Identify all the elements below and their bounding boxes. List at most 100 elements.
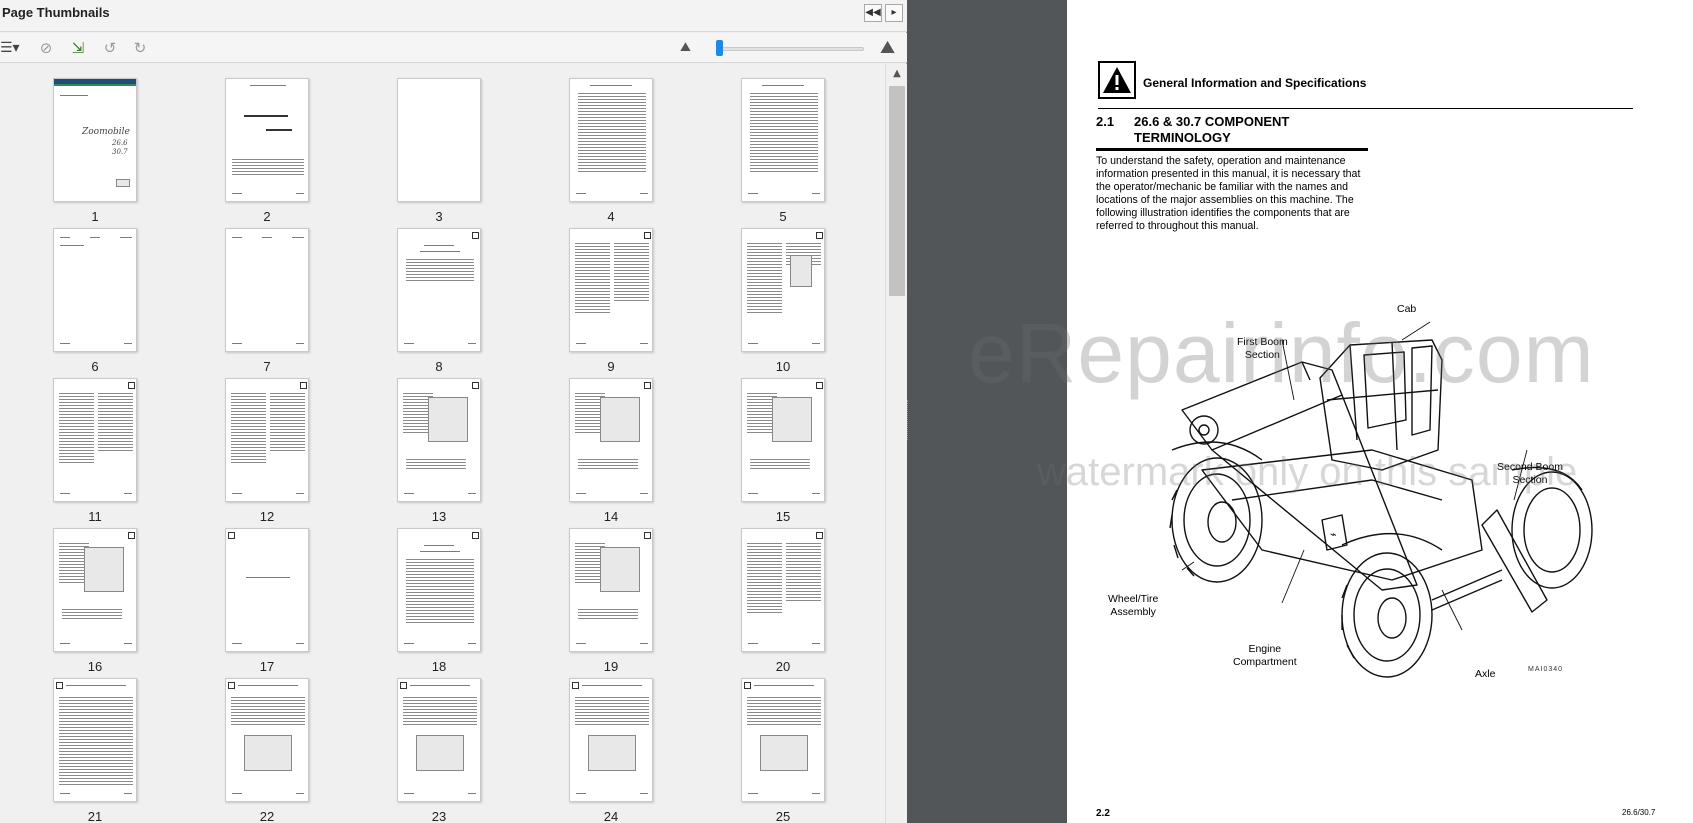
page-thumbnail[interactable] [569,678,653,802]
page-thumbnail[interactable] [397,528,481,652]
thumb-mark [644,532,651,539]
page-thumbnail[interactable] [397,678,481,802]
page-thumbnail[interactable] [741,678,825,802]
page-thumbnail-label: 8 [435,359,443,374]
page-thumbnail[interactable] [225,378,309,502]
thumbnail-options-icon[interactable]: ☰▾ [0,40,24,56]
slider-handle[interactable] [716,40,723,56]
page-thumbnail-label: 4 [607,209,615,224]
thumb-mark [754,685,814,686]
thumb-mark [400,682,407,689]
watermark-main: eRepairinfo.com [968,306,1595,400]
thumb-mark [66,685,126,686]
delete-pages-icon[interactable]: ⊘ [36,38,56,58]
thumb-mark [472,232,479,239]
insert-pages-icon[interactable]: ⇲ [68,38,88,58]
page-thumbnail[interactable] [225,78,309,202]
page-thumbnail[interactable] [741,528,825,652]
thumb-mark [124,643,132,644]
thumb-mark [404,643,414,644]
thumb-mark [238,685,298,686]
thumb-figure [244,735,292,771]
thumb-mark [644,232,651,239]
page-thumbnail-label: 14 [603,509,619,524]
page-thumbnail-label: 18 [431,659,447,674]
page-thumbnail[interactable] [741,378,825,502]
rotate-ccw-icon[interactable]: ↺ [100,38,120,58]
thumb-mark [228,682,235,689]
thumb-mark [60,493,70,494]
page-thumbnail[interactable] [53,378,137,502]
svg-text:⌁: ⌁ [1330,528,1337,541]
thumb-mark [270,393,305,453]
thumb-mark [576,793,586,794]
thumbnails-toolbar: ☰▾ ⊘ ⇲ ↺ ↻ ⛰ ⛰ [0,33,907,63]
page-thumbnail[interactable] [225,528,309,652]
thumbnail-size-slider[interactable] [716,47,864,51]
thumb-mark [750,93,818,173]
thumb-mark [812,343,820,344]
collapse-pane-button[interactable]: ◀◀ [864,4,882,22]
thumb-mark [60,237,70,238]
thumb-mark [59,727,133,785]
page-thumbnail[interactable] [569,528,653,652]
thumb-mark [231,393,266,463]
zoom-out-icon[interactable]: ⛰ [680,40,691,55]
page-thumbnail[interactable] [53,228,137,352]
page-thumbnail[interactable] [397,228,481,352]
thumb-mark [296,793,304,794]
thumb-mark [60,343,70,344]
rotate-cw-icon[interactable]: ↻ [130,38,150,58]
thumb-mark [232,493,242,494]
thumb-mark [406,559,474,625]
thumb-mark [572,682,579,689]
page-thumbnail[interactable] [225,228,309,352]
thumb-mark [60,793,70,794]
thumb-mark [420,251,460,252]
thumb-mark [575,697,649,725]
thumb-mark [575,243,610,313]
page-thumbnail[interactable] [569,78,653,202]
page-thumbnail[interactable] [225,678,309,802]
pane-options-button[interactable]: ▸ [885,4,903,22]
thumb-mark [816,382,823,389]
model-footer: 26.6/30.7 [1622,808,1656,817]
scrollbar-thumb[interactable] [889,86,905,296]
thumb-mark [590,85,632,86]
page-thumbnail[interactable] [741,228,825,352]
thumb-mark [120,237,132,238]
thumb-mark [128,382,135,389]
thumb-mark [747,543,782,613]
thumb-mark [812,193,820,194]
thumbnail-grid: Zoomobile 26.6 30.7 1 2 3 4 5 6 7 8 9 10 11 12 13 14 15 16… [0,64,885,823]
thumb-mark [262,237,272,238]
zoom-in-icon[interactable]: ⛰ [880,37,895,58]
page-thumbnail[interactable] [53,528,137,652]
thumb-mark [812,793,820,794]
header-rule [1098,108,1633,109]
page-thumbnail[interactable] [397,378,481,502]
page-thumbnail[interactable] [569,378,653,502]
thumb-mark [231,697,305,725]
thumb-mark [748,793,758,794]
page-thumbnail[interactable] [569,228,653,352]
page-thumbnail[interactable]: Zoomobile 26.6 30.7 [53,78,137,202]
page-number: 2.2 [1096,808,1110,819]
thumb-mark [812,643,820,644]
thumb-mark [124,343,132,344]
thumb-mark [300,382,307,389]
page-thumbnail[interactable] [53,678,137,802]
thumb-mark [403,697,477,725]
thumbnails-scrollbar[interactable]: ▲ [885,64,907,823]
page-thumbnail[interactable] [741,78,825,202]
thumb-mark [644,382,651,389]
thumb-mark [812,493,820,494]
scroll-up-icon[interactable]: ▲ [890,67,904,81]
page-thumbnail[interactable] [397,78,481,202]
page-thumbnail-label: 17 [259,659,275,674]
page-thumbnail-label: 1 [91,209,99,224]
thumb-mark [404,343,414,344]
page-thumbnail-label: 11 [88,509,102,524]
callout-axle: Axle [1475,668,1496,680]
thumb-mark [748,193,758,194]
